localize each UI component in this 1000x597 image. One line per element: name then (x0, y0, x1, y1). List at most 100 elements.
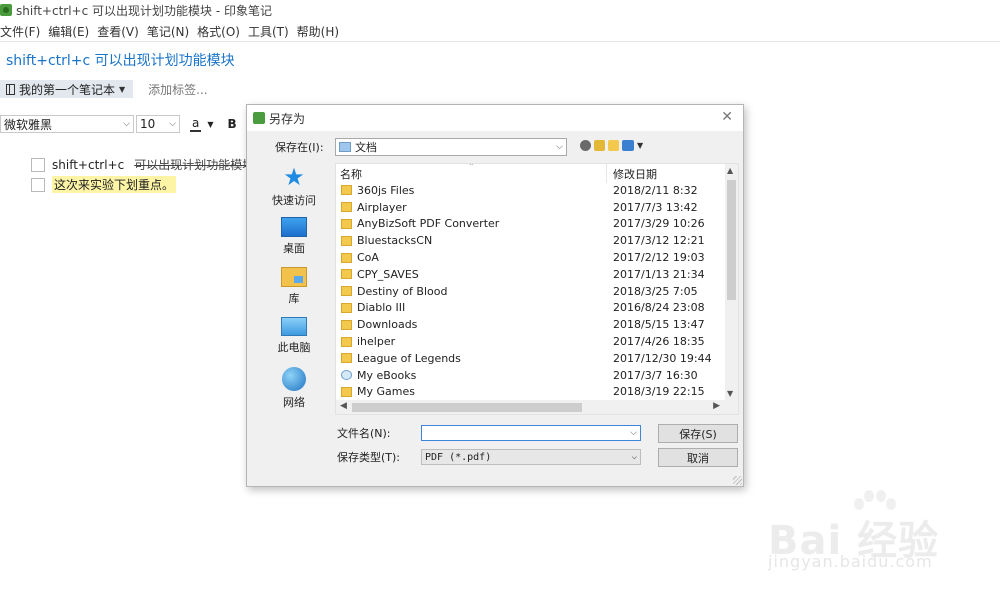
file-name: 360js Files (357, 183, 415, 197)
folder-icon (341, 286, 352, 297)
todo-text: 可以出现计划功能模块 (134, 158, 255, 172)
ebook-folder-icon (341, 370, 352, 381)
menu-file[interactable]: 文件(F) (0, 23, 44, 40)
column-header-name[interactable]: 名称 (340, 166, 362, 182)
dialog-title: 另存为 (269, 111, 306, 126)
filetype-select[interactable]: PDF (*.pdf) ⌵ (421, 449, 641, 465)
place-libraries[interactable]: 库 (255, 267, 333, 306)
chevron-down-icon: ▼ (207, 119, 214, 129)
todo-prefix: shift+ctrl+c (52, 157, 125, 172)
new-folder-icon[interactable] (608, 140, 619, 151)
back-icon[interactable] (580, 140, 591, 151)
scroll-thumb[interactable] (727, 180, 736, 300)
todo-checkbox[interactable] (31, 177, 45, 192)
chevron-down-icon[interactable]: ⌵ (630, 428, 637, 438)
file-date: 2017/4/26 18:35 (613, 335, 705, 349)
place-network[interactable]: 网络 (255, 367, 333, 410)
text-color-button[interactable]: a ▼ (190, 115, 214, 132)
desktop-icon (281, 217, 307, 237)
place-label: 网络 (283, 396, 305, 409)
save-as-dialog: 另存为 ✕ 保存在(I): 文档 ⌵ ▼ ★ 快速访问 桌面 库 此电脑 网络 … (246, 104, 744, 487)
place-desktop[interactable]: 桌面 (255, 217, 333, 256)
font-family-select[interactable]: 微软雅黑 ⌵ (0, 115, 134, 133)
scroll-right-icon[interactable]: ▶ (713, 401, 720, 411)
file-date: 2017/3/29 10:26 (613, 217, 705, 231)
file-row[interactable]: BluestacksCN 2017/3/12 12:21 (336, 232, 726, 249)
save-in-select[interactable]: 文档 ⌵ (335, 138, 567, 156)
evernote-app-icon (0, 4, 12, 16)
chevron-down-icon: ⌵ (631, 452, 637, 462)
notebook-selector[interactable]: 我的第一个笔记本 ▼ (0, 80, 134, 98)
font-size-select[interactable]: 10 ⌵ (136, 115, 180, 133)
file-row[interactable]: AnyBizSoft PDF Converter 2017/3/29 10:26 (336, 216, 726, 233)
file-row[interactable]: My Games 2018/3/19 22:15 (336, 384, 726, 401)
file-row[interactable]: ihelper 2017/4/26 18:35 (336, 333, 726, 350)
file-row[interactable]: Diablo III 2016/8/24 23:08 (336, 300, 726, 317)
menu-format[interactable]: 格式(O) (197, 23, 244, 40)
dialog-title-bar: 另存为 ✕ (247, 105, 743, 131)
menu-tools[interactable]: 工具(T) (248, 23, 293, 40)
folder-icon (341, 353, 352, 364)
place-quick-access[interactable]: ★ 快速访问 (255, 165, 333, 208)
filename-input[interactable]: ⌵ (421, 425, 641, 441)
filetype-value: PDF (*.pdf) (425, 451, 492, 463)
watermark-url: jingyan.baidu.com (768, 552, 933, 571)
add-tag-button[interactable]: 添加标签... (148, 81, 207, 98)
column-divider[interactable] (606, 164, 607, 183)
scroll-left-icon[interactable]: ◀ (340, 401, 347, 411)
menu-note[interactable]: 笔记(N) (147, 23, 193, 40)
file-name: Diablo III (357, 301, 406, 315)
up-folder-icon[interactable] (594, 140, 605, 151)
file-row[interactable]: CPY_SAVES 2017/1/13 21:34 (336, 266, 726, 283)
file-rows: 360js Files 2018/2/11 8:32 Airplayer 2017/7… (336, 182, 726, 400)
horizontal-scrollbar[interactable]: ◀ ▶ (336, 400, 738, 414)
scroll-thumb[interactable] (352, 403, 582, 412)
resize-grip[interactable] (733, 476, 742, 485)
file-list-header: ⌃ 名称 修改日期 (336, 164, 726, 183)
todo-item: 这次来实验下划重点。 (31, 176, 177, 193)
file-name: BluestacksCN (357, 234, 433, 248)
file-date: 2016/8/24 23:08 (613, 301, 705, 315)
file-name: My Games (357, 385, 415, 399)
filetype-label: 保存类型(T): (337, 451, 401, 464)
baidu-watermark: Bai 经验 jingyan.baidu.com (764, 488, 984, 578)
documents-folder-icon (339, 142, 351, 152)
place-label: 快速访问 (272, 194, 316, 207)
view-menu-icon[interactable] (622, 140, 634, 151)
title-bar: shift+ctrl+c 可以出现计划功能模块 - 印象笔记 (0, 0, 1000, 20)
file-row[interactable]: Downloads 2018/5/15 13:47 (336, 316, 726, 333)
bold-button[interactable]: B (228, 117, 237, 131)
scroll-down-icon[interactable]: ▼ (727, 389, 733, 398)
chevron-down-icon[interactable]: ▼ (637, 141, 643, 150)
column-header-date[interactable]: 修改日期 (613, 166, 657, 182)
file-row[interactable]: 360js Files 2018/2/11 8:32 (336, 182, 726, 199)
places-bar: ★ 快速访问 桌面 库 此电脑 网络 (255, 163, 333, 483)
file-row[interactable]: My eBooks 2017/3/7 16:30 (336, 367, 726, 384)
file-name: CPY_SAVES (357, 267, 419, 281)
menu-view[interactable]: 查看(V) (97, 23, 143, 40)
file-row[interactable]: League of Legends 2017/12/30 19:44 (336, 350, 726, 367)
file-row[interactable]: Airplayer 2017/7/3 13:42 (336, 199, 726, 216)
folder-icon (341, 386, 352, 397)
note-title[interactable]: shift+ctrl+c 可以出现计划功能模块 (6, 50, 235, 70)
menu-help[interactable]: 帮助(H) (297, 23, 343, 40)
file-date: 2018/2/11 8:32 (613, 183, 698, 197)
file-row[interactable]: Destiny of Blood 2018/3/25 7:05 (336, 283, 726, 300)
folder-icon (341, 336, 352, 347)
file-name: League of Legends (357, 351, 461, 365)
menu-divider (0, 41, 1000, 42)
sort-up-icon: ⌃ (468, 163, 475, 171)
save-button[interactable]: 保存(S) (658, 424, 738, 443)
close-icon[interactable]: ✕ (721, 109, 733, 125)
text-color-icon: a (190, 115, 202, 132)
file-name: CoA (357, 251, 379, 265)
file-row[interactable]: CoA 2017/2/12 19:03 (336, 249, 726, 266)
dialog-nav-toolbar: ▼ (580, 140, 643, 151)
vertical-scrollbar[interactable]: ▲ ▼ (725, 164, 738, 400)
todo-checkbox[interactable] (31, 157, 45, 172)
folder-icon (341, 269, 352, 280)
place-this-pc[interactable]: 此电脑 (255, 317, 333, 355)
cancel-button[interactable]: 取消 (658, 448, 738, 467)
menu-edit[interactable]: 编辑(E) (48, 23, 93, 40)
scroll-up-icon[interactable]: ▲ (727, 166, 733, 175)
